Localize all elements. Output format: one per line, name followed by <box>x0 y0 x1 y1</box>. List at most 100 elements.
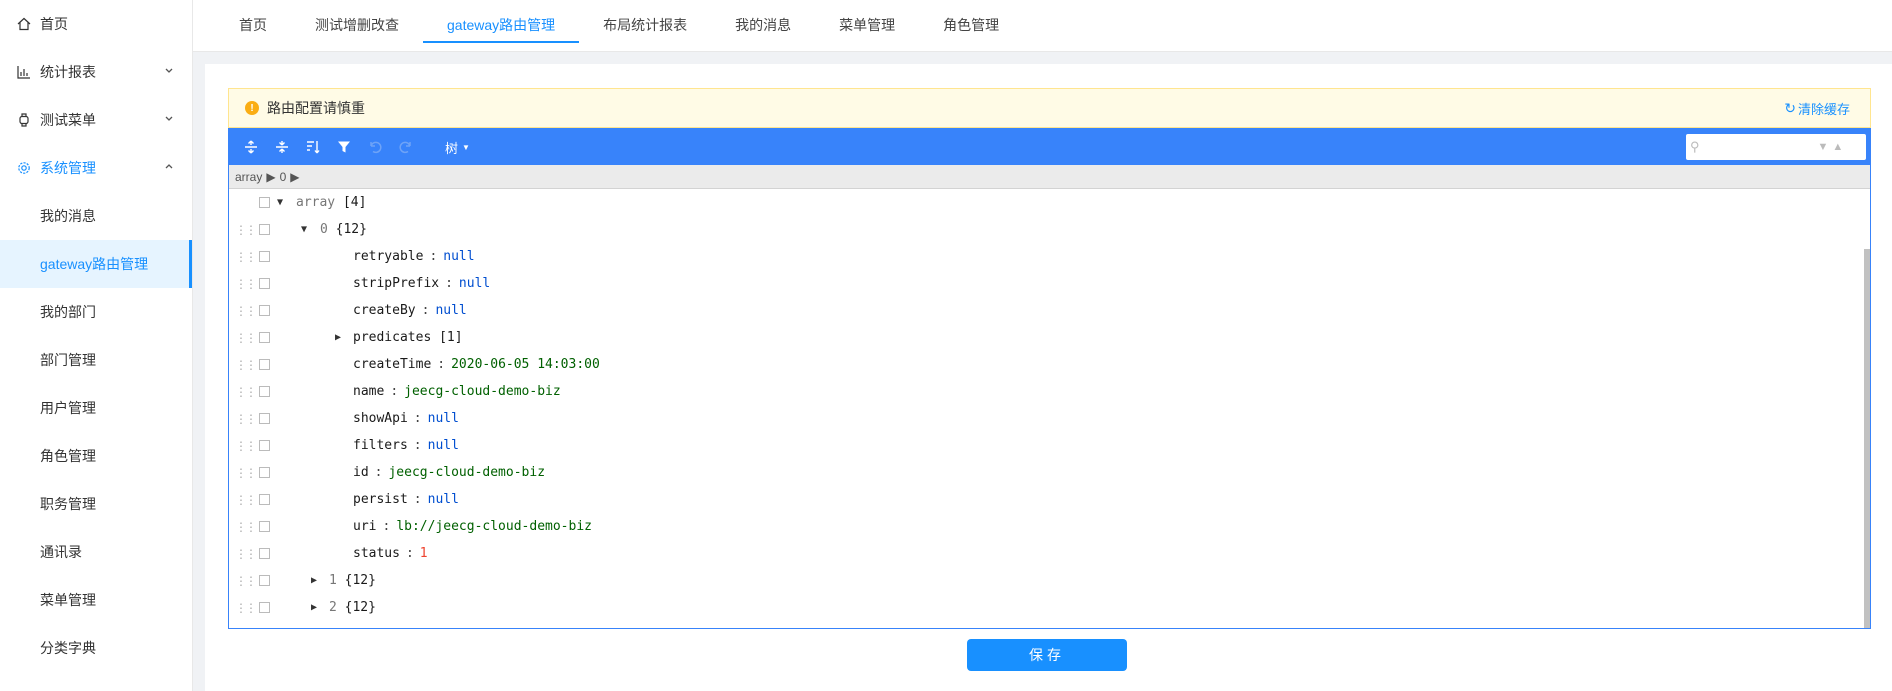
redo-icon[interactable] <box>392 133 420 161</box>
expand-all-icon[interactable] <box>237 133 265 161</box>
menu-system[interactable]: 系统管理 <box>0 144 192 192</box>
tree-row-field: ⋮⋮ status:1 <box>229 540 1870 567</box>
context-menu-button[interactable] <box>259 197 270 208</box>
submenu-gateway-routes[interactable]: gateway路由管理 <box>0 240 192 288</box>
context-menu-button[interactable] <box>259 602 270 613</box>
breadcrumb-item[interactable]: 0 <box>280 170 287 184</box>
field-key[interactable]: createTime <box>353 357 431 372</box>
drag-handle-icon[interactable]: ⋮⋮ <box>235 277 257 291</box>
drag-handle-icon[interactable]: ⋮⋮ <box>235 601 257 615</box>
field-separator: : <box>445 276 453 291</box>
field-value[interactable]: 1 <box>420 546 428 561</box>
field-key[interactable]: retryable <box>353 249 423 264</box>
expand-right-icon[interactable]: ▶ <box>335 332 341 343</box>
tree-scrollbar[interactable] <box>1864 249 1870 628</box>
clear-cache-link[interactable]: ↻ 清除缓存 <box>1784 89 1850 127</box>
tab-layout-stats[interactable]: 布局统计报表 <box>579 0 711 51</box>
sort-icon[interactable] <box>299 133 327 161</box>
tab-menu-management[interactable]: 菜单管理 <box>815 0 919 51</box>
expand-down-icon[interactable]: ▼ <box>277 197 283 208</box>
expand-right-icon[interactable]: ▶ <box>311 575 317 586</box>
breadcrumb-root[interactable]: array <box>235 170 262 184</box>
context-menu-button[interactable] <box>259 521 270 532</box>
mode-dropdown[interactable]: 树 ▼ <box>445 138 470 157</box>
context-menu-button[interactable] <box>259 494 270 505</box>
field-value[interactable]: null <box>428 438 459 453</box>
field-key[interactable]: persist <box>353 492 408 507</box>
field-value[interactable]: null <box>435 303 466 318</box>
drag-handle-icon[interactable]: ⋮⋮ <box>235 520 257 534</box>
field-value[interactable]: jeecg-cloud-demo-biz <box>388 465 545 480</box>
field-value[interactable]: lb://jeecg-cloud-demo-biz <box>396 519 592 534</box>
expand-down-icon[interactable]: ▼ <box>301 224 307 235</box>
tab-label: 测试增删改查 <box>315 17 399 33</box>
drag-handle-icon[interactable]: ⋮⋮ <box>235 250 257 264</box>
tab-role-management[interactable]: 角色管理 <box>919 0 1023 51</box>
context-menu-button[interactable] <box>259 305 270 316</box>
search-previous-icon[interactable]: ▲ <box>1832 141 1843 153</box>
collapse-all-icon[interactable] <box>268 133 296 161</box>
context-menu-button[interactable] <box>259 251 270 262</box>
drag-handle-icon[interactable]: ⋮⋮ <box>235 439 257 453</box>
submenu-department-management[interactable]: 部门管理 <box>0 336 192 384</box>
drag-handle-icon[interactable]: ⋮⋮ <box>235 331 257 345</box>
expand-right-icon[interactable]: ▶ <box>311 602 317 613</box>
field-key[interactable]: createBy <box>353 303 416 318</box>
submenu-position-management[interactable]: 职务管理 <box>0 480 192 528</box>
tab-my-messages[interactable]: 我的消息 <box>711 0 815 51</box>
drag-handle-icon[interactable]: ⋮⋮ <box>235 223 257 237</box>
submenu-user-management[interactable]: 用户管理 <box>0 384 192 432</box>
drag-handle-icon[interactable]: ⋮⋮ <box>235 412 257 426</box>
context-menu-button[interactable] <box>259 278 270 289</box>
search-input[interactable] <box>1703 140 1814 154</box>
node-key[interactable]: array <box>296 195 335 210</box>
context-menu-button[interactable] <box>259 386 270 397</box>
context-menu-button[interactable] <box>259 440 270 451</box>
field-value[interactable]: 2020-06-05 14:03:00 <box>451 357 600 372</box>
tab-gateway-routes[interactable]: gateway路由管理 <box>423 0 580 51</box>
drag-handle-icon[interactable]: ⋮⋮ <box>235 493 257 507</box>
tab-home[interactable]: 首页 <box>215 0 291 51</box>
context-menu-button[interactable] <box>259 413 270 424</box>
context-menu-button[interactable] <box>259 224 270 235</box>
drag-handle-icon[interactable]: ⋮⋮ <box>235 574 257 588</box>
filter-icon[interactable] <box>330 133 358 161</box>
submenu-menu-management[interactable]: 菜单管理 <box>0 576 192 624</box>
chevron-down-icon <box>164 66 174 79</box>
field-key[interactable]: showApi <box>353 411 408 426</box>
drag-handle-icon[interactable]: ⋮⋮ <box>235 304 257 318</box>
field-key[interactable]: filters <box>353 438 408 453</box>
undo-icon[interactable] <box>361 133 389 161</box>
field-key[interactable]: id <box>353 465 369 480</box>
field-value[interactable]: null <box>428 411 459 426</box>
submenu-my-department[interactable]: 我的部门 <box>0 288 192 336</box>
field-key[interactable]: stripPrefix <box>353 276 439 291</box>
drag-handle-icon[interactable]: ⋮⋮ <box>235 547 257 561</box>
context-menu-button[interactable] <box>259 467 270 478</box>
field-value[interactable]: jeecg-cloud-demo-biz <box>404 384 561 399</box>
field-key[interactable]: status <box>353 546 400 561</box>
save-button[interactable]: 保存 <box>967 639 1127 671</box>
context-menu-button[interactable] <box>259 332 270 343</box>
submenu-role-management[interactable]: 角色管理 <box>0 432 192 480</box>
field-key[interactable]: predicates <box>353 330 431 345</box>
drag-handle-icon[interactable]: ⋮⋮ <box>235 466 257 480</box>
field-value[interactable]: null <box>428 492 459 507</box>
submenu-address-book[interactable]: 通讯录 <box>0 528 192 576</box>
context-menu-button[interactable] <box>259 359 270 370</box>
submenu-category-dictionary[interactable]: 分类字典 <box>0 624 192 672</box>
menu-stats[interactable]: 统计报表 <box>0 48 192 96</box>
context-menu-button[interactable] <box>259 575 270 586</box>
menu-test[interactable]: 测试菜单 <box>0 96 192 144</box>
drag-handle-icon[interactable]: ⋮⋮ <box>235 385 257 399</box>
field-value[interactable]: null <box>459 276 490 291</box>
tab-test-crud[interactable]: 测试增删改查 <box>291 0 423 51</box>
menu-home[interactable]: 首页 <box>0 0 192 48</box>
field-key[interactable]: uri <box>353 519 376 534</box>
field-value[interactable]: null <box>443 249 474 264</box>
submenu-my-messages[interactable]: 我的消息 <box>0 192 192 240</box>
drag-handle-icon[interactable]: ⋮⋮ <box>235 358 257 372</box>
field-key[interactable]: name <box>353 384 384 399</box>
context-menu-button[interactable] <box>259 548 270 559</box>
search-next-icon[interactable]: ▼ <box>1818 141 1829 153</box>
